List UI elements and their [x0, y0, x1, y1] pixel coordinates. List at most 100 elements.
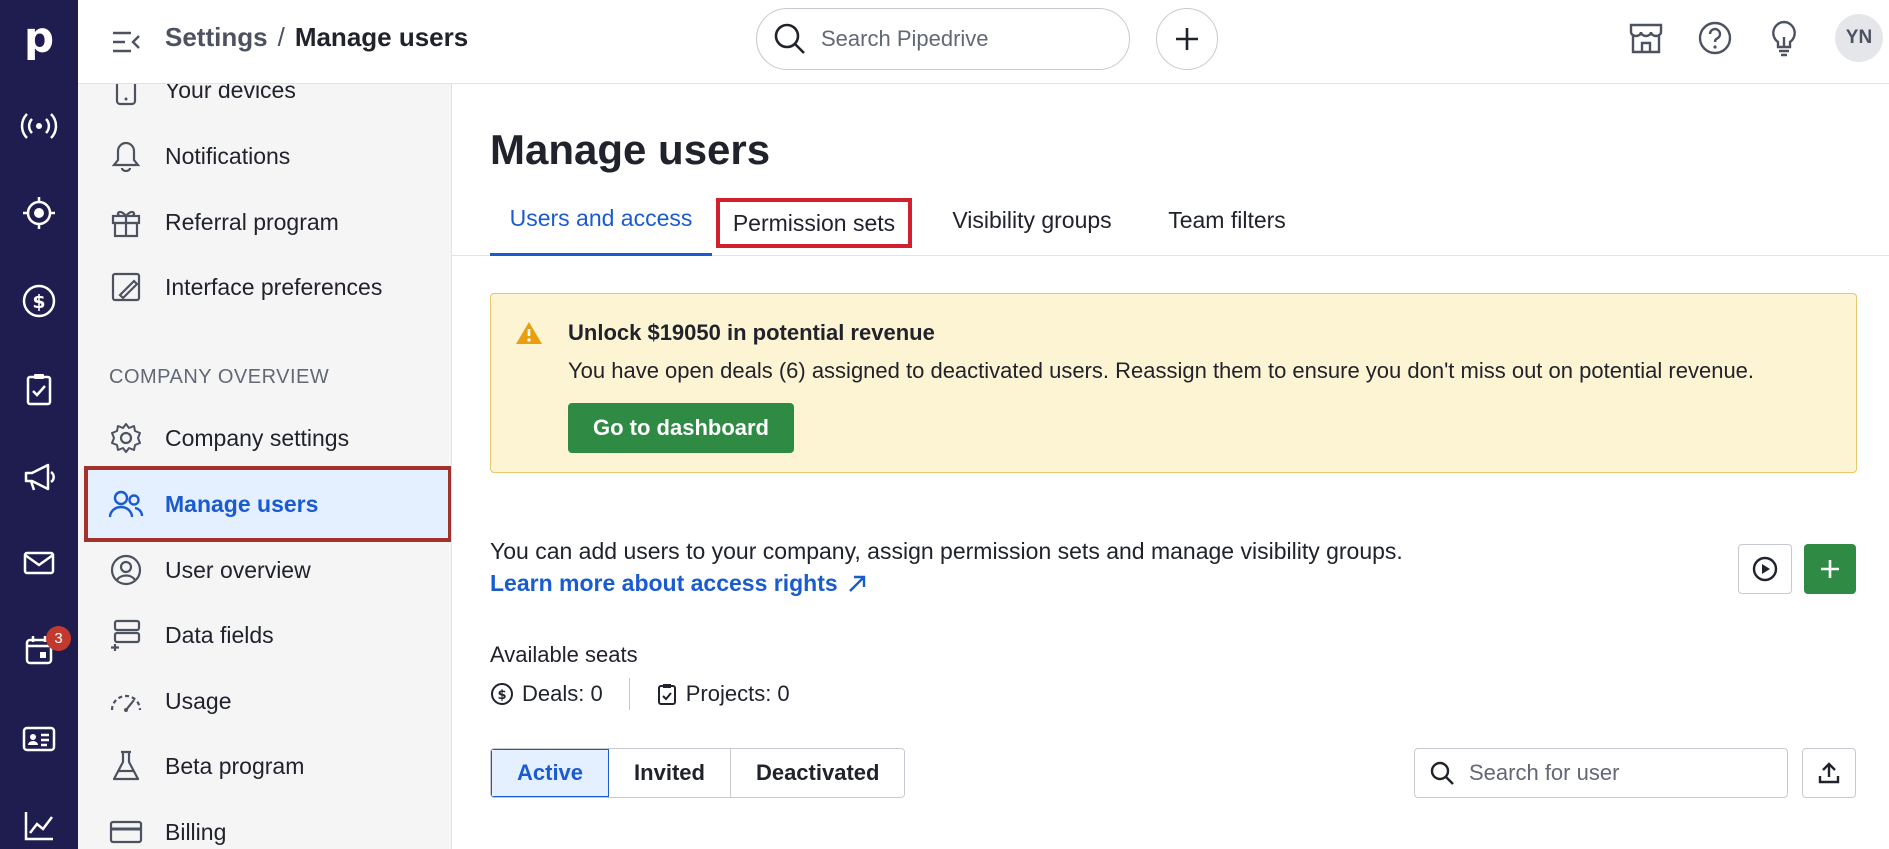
- sidebar-item-beta-program[interactable]: Beta program: [78, 736, 451, 796]
- tab-visibility-groups[interactable]: Visibility groups: [926, 184, 1138, 256]
- plus-icon: [1176, 28, 1198, 50]
- intro-text: You can add users to your company, assig…: [490, 538, 1403, 564]
- sidebar-item-notifications[interactable]: Notifications: [78, 126, 451, 186]
- external-link-icon: [848, 575, 865, 592]
- tab-permission-sets[interactable]: Permission sets: [716, 198, 912, 248]
- user-status-filter: Active Invited Deactivated: [490, 748, 906, 798]
- collapse-menu-icon: [113, 31, 140, 53]
- export-button[interactable]: [1802, 748, 1856, 798]
- rail-activities[interactable]: [0, 359, 78, 419]
- svg-text:$: $: [32, 291, 45, 313]
- dollar-circle-icon: $: [491, 683, 513, 705]
- tab-team-filters[interactable]: Team filters: [1152, 184, 1302, 256]
- filter-invited-button[interactable]: Invited: [609, 749, 731, 797]
- sidebar-item-data-fields[interactable]: Data fields: [78, 605, 451, 665]
- flask-icon: [108, 748, 144, 784]
- device-icon: [108, 84, 144, 108]
- sidebar-toggle-button[interactable]: [108, 24, 144, 60]
- alert-body: You have open deals (6) assigned to deac…: [568, 358, 1755, 383]
- rail-insights[interactable]: [0, 796, 78, 849]
- insights-icon: [24, 812, 53, 841]
- rail-leads[interactable]: [0, 96, 78, 156]
- clipboard-icon: [657, 684, 676, 705]
- user-circle-icon: [108, 552, 144, 588]
- card-icon: [108, 814, 144, 849]
- rail-mail[interactable]: [0, 533, 78, 593]
- rail-calendar[interactable]: 3: [0, 620, 78, 680]
- video-tutorial-button[interactable]: [1738, 544, 1792, 594]
- leads-icon: [20, 113, 58, 139]
- rail-revenue[interactable]: $: [0, 271, 78, 331]
- add-user-button[interactable]: [1804, 544, 1856, 594]
- breadcrumb-settings[interactable]: Settings: [165, 22, 268, 53]
- revenue-alert: Unlock $19050 in potential revenue You h…: [490, 293, 1857, 473]
- user-search[interactable]: [1414, 748, 1788, 798]
- main-content: Manage users Users and access Permission…: [452, 84, 1889, 849]
- help-icon: [1698, 21, 1732, 55]
- sidebar-item-interface-preferences[interactable]: Interface preferences: [78, 257, 451, 317]
- plus-icon: [1821, 560, 1839, 578]
- pipedrive-logo[interactable]: p: [0, 0, 78, 76]
- learn-more-link[interactable]: Learn more about access rights: [490, 570, 868, 597]
- deals-seats-label: Deals: 0: [522, 681, 603, 706]
- alert-title: Unlock $19050 in potential revenue: [568, 320, 935, 345]
- rail-contacts[interactable]: [0, 709, 78, 769]
- activities-icon: [26, 374, 52, 406]
- help-button[interactable]: [1693, 16, 1737, 60]
- top-bar: Settings / Manage users YN: [78, 0, 1889, 84]
- interface-icon: [108, 269, 144, 305]
- marketplace-icon: [1629, 23, 1663, 54]
- sidebar-item-billing[interactable]: Billing: [78, 802, 451, 849]
- play-circle-icon: [1752, 556, 1778, 582]
- seats-divider: [628, 678, 630, 710]
- sidebar-item-user-overview[interactable]: User overview: [78, 540, 451, 600]
- users-icon: [108, 486, 144, 522]
- sidebar-item-manage-users[interactable]: Manage users: [84, 466, 451, 542]
- filter-deactivated-button[interactable]: Deactivated: [730, 749, 905, 797]
- sidebar-item-label: User overview: [165, 556, 311, 583]
- user-search-input[interactable]: [1469, 760, 1769, 786]
- deals-seats: $ Deals: 0: [490, 681, 603, 707]
- go-to-dashboard-button[interactable]: Go to dashboard: [568, 403, 794, 453]
- app-rail: p $ 3: [0, 0, 78, 849]
- calendar-badge: 3: [46, 626, 71, 651]
- rail-deals[interactable]: [0, 183, 78, 243]
- sidebar-item-your-devices[interactable]: Your devices: [78, 84, 451, 120]
- filter-active-button[interactable]: Active: [491, 749, 610, 797]
- breadcrumb-separator: /: [277, 22, 285, 52]
- breadcrumb-current: Manage users: [294, 22, 469, 52]
- upload-icon: [1818, 762, 1840, 784]
- campaigns-icon: [24, 463, 55, 491]
- gauge-icon: [108, 683, 144, 719]
- data-fields-icon: [108, 617, 144, 653]
- breadcrumb: Settings / Manage users: [165, 22, 468, 53]
- marketplace-button[interactable]: [1624, 16, 1668, 60]
- sidebar-item-label: Company settings: [165, 424, 350, 451]
- avatar[interactable]: YN: [1835, 14, 1883, 62]
- available-seats: $ Deals: 0 Projects: 0: [490, 678, 790, 710]
- sidebar-item-label: Usage: [165, 687, 232, 714]
- sidebar-item-label: Notifications: [165, 142, 291, 169]
- sidebar-item-label: Manage users: [165, 490, 319, 517]
- sidebar-item-company-settings[interactable]: Company settings: [78, 408, 451, 468]
- sidebar-item-label: Interface preferences: [165, 273, 383, 300]
- projects-seats-label: Projects: 0: [685, 681, 790, 706]
- settings-sidebar: Your devices Notifications Referral prog…: [78, 84, 452, 849]
- sidebar-item-label: Your devices: [165, 84, 296, 103]
- lightbulb-icon: [1772, 20, 1796, 57]
- contacts-icon: [22, 726, 56, 752]
- warning-icon: [515, 320, 543, 351]
- tab-users-and-access[interactable]: Users and access: [490, 184, 712, 256]
- tab-bar: Users and access Permission sets Visibil…: [452, 184, 1889, 256]
- rail-campaigns[interactable]: [0, 447, 78, 507]
- svg-text:p: p: [24, 16, 54, 60]
- sidebar-item-usage[interactable]: Usage: [78, 671, 451, 731]
- ideas-button[interactable]: [1762, 16, 1806, 60]
- gear-icon: [108, 420, 144, 456]
- gift-icon: [108, 204, 144, 240]
- global-search-input[interactable]: [821, 26, 1101, 52]
- global-search[interactable]: [756, 8, 1130, 70]
- quick-add-button[interactable]: [1156, 8, 1218, 70]
- mail-icon: [23, 551, 55, 575]
- sidebar-item-referral-program[interactable]: Referral program: [78, 192, 451, 252]
